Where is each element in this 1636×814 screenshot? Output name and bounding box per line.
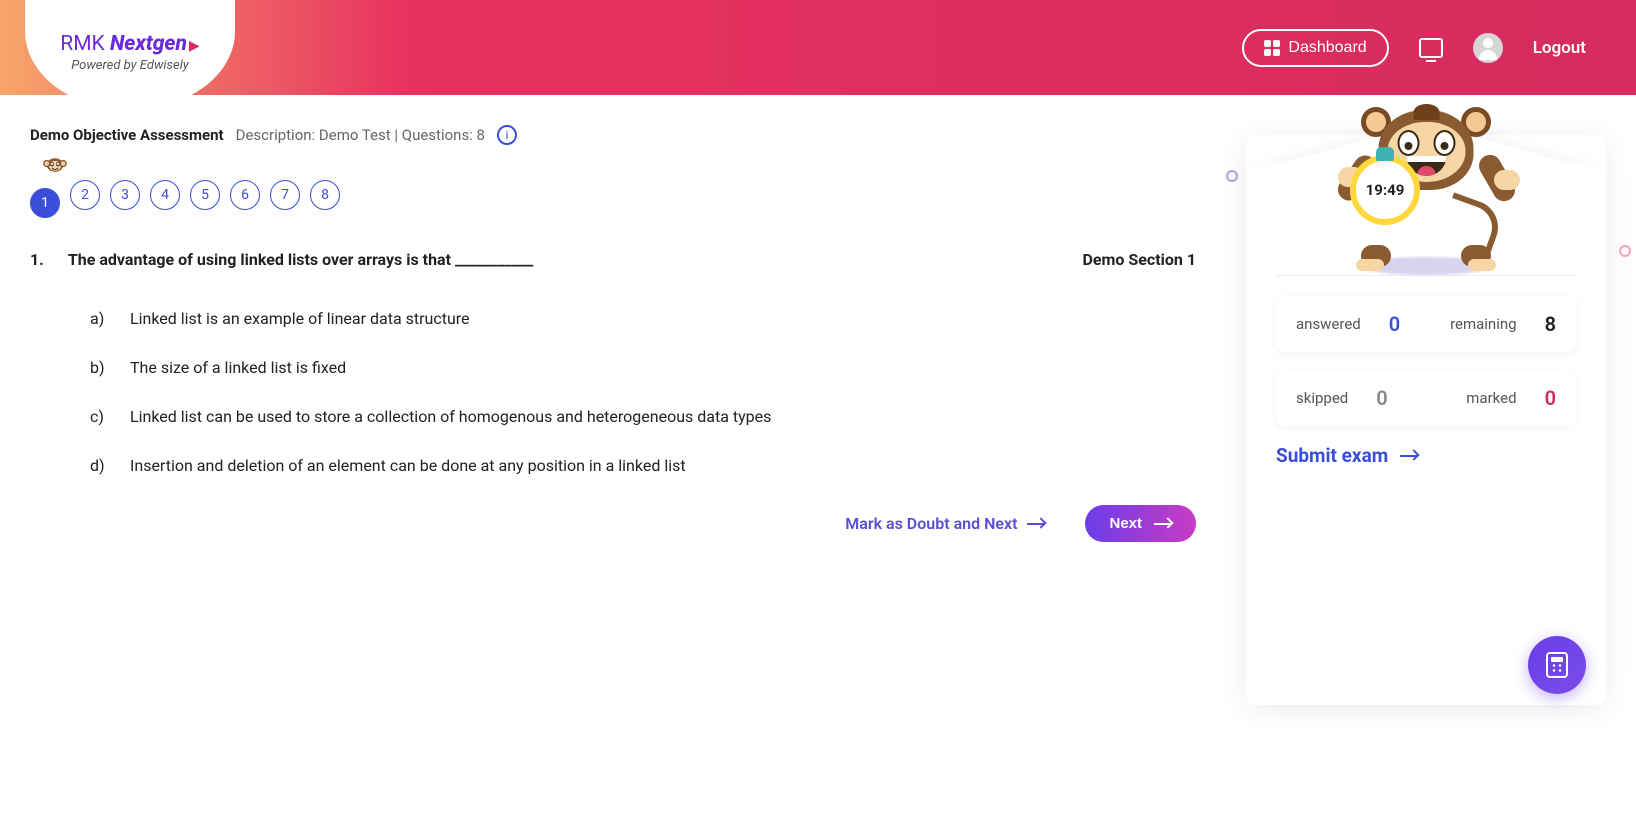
question-text: The advantage of using linked lists over… [68, 250, 1059, 269]
option-text: Linked list is an example of linear data… [130, 309, 470, 328]
skipped-label: skipped [1296, 389, 1348, 407]
logo-subtitle: Powered by Edwisely [71, 58, 188, 73]
question-nav-2[interactable]: 2 [70, 180, 100, 210]
info-icon[interactable]: i [497, 125, 517, 145]
assessment-title: Demo Objective Assessment [30, 126, 224, 144]
next-button[interactable]: Next [1085, 505, 1196, 542]
mark-doubt-button[interactable]: Mark as Doubt and Next [845, 514, 1045, 533]
arrow-right-icon [1027, 523, 1045, 525]
dashboard-button[interactable]: Dashboard [1242, 29, 1388, 67]
answered-value: 0 [1389, 312, 1400, 336]
option-letter: d) [90, 456, 108, 475]
assessment-description: Description: Demo Test | Questions: 8 [236, 126, 485, 144]
dashboard-label: Dashboard [1288, 39, 1366, 57]
question-nav: 1 2 3 4 5 6 7 8 [30, 180, 1206, 210]
question-nav-8[interactable]: 8 [310, 180, 340, 210]
decoration-circle [1619, 245, 1631, 257]
arrow-right-icon [1154, 523, 1172, 525]
calculator-icon [1546, 652, 1568, 678]
section-label: Demo Section 1 [1082, 250, 1206, 269]
mascot-timer-icon: 19:49 [1326, 95, 1526, 275]
option-a[interactable]: a) Linked list is an example of linear d… [90, 309, 1206, 328]
next-label: Next [1109, 515, 1142, 532]
stat-card-skipped-marked: skipped 0 marked 0 [1276, 370, 1576, 426]
grid-icon [1264, 40, 1280, 56]
option-b[interactable]: b) The size of a linked list is fixed [90, 358, 1206, 377]
assessment-header: Demo Objective Assessment Description: D… [30, 125, 1206, 145]
question-number: 1. [30, 250, 44, 269]
logo-prefix: RMK [60, 32, 110, 56]
option-d[interactable]: d) Insertion and deletion of an element … [90, 456, 1206, 475]
remaining-label: remaining [1450, 315, 1517, 333]
question-nav-1[interactable]: 1 [30, 188, 60, 218]
question-nav-5[interactable]: 5 [190, 180, 220, 210]
question-row: 1. The advantage of using linked lists o… [30, 250, 1206, 269]
option-text: The size of a linked list is fixed [130, 358, 346, 377]
submit-exam-button[interactable]: Submit exam [1276, 444, 1576, 467]
option-letter: b) [90, 358, 108, 377]
mascot-small-icon [40, 153, 70, 176]
answered-label: answered [1296, 315, 1361, 333]
calculator-fab[interactable] [1528, 636, 1586, 694]
logout-link[interactable]: Logout [1533, 38, 1586, 58]
logo-bold: Nextgen [110, 32, 187, 56]
decoration-circle [1226, 170, 1238, 182]
option-letter: c) [90, 407, 108, 426]
options-list: a) Linked list is an example of linear d… [90, 309, 1206, 475]
option-text: Insertion and deletion of an element can… [130, 456, 686, 475]
arrow-right-icon [1400, 455, 1418, 457]
question-nav-4[interactable]: 4 [150, 180, 180, 210]
marked-label: marked [1466, 389, 1516, 407]
option-letter: a) [90, 309, 108, 328]
marked-value: 0 [1545, 386, 1556, 410]
option-c[interactable]: c) Linked list can be used to store a co… [90, 407, 1206, 426]
question-nav-3[interactable]: 3 [110, 180, 140, 210]
question-nav-7[interactable]: 7 [270, 180, 300, 210]
monitor-icon[interactable] [1419, 38, 1443, 58]
status-panel: 19:49 answered 0 remaining 8 skipped 0 [1246, 135, 1606, 705]
question-area: Demo Objective Assessment Description: D… [30, 125, 1206, 814]
brand-logo[interactable]: RMK Nextgen▶ Powered by Edwisely [25, 0, 235, 110]
remaining-value: 8 [1545, 312, 1556, 336]
option-text: Linked list can be used to store a colle… [130, 407, 771, 426]
question-actions: Mark as Doubt and Next Next [30, 505, 1206, 542]
question-nav-6[interactable]: 6 [230, 180, 260, 210]
mark-doubt-label: Mark as Doubt and Next [845, 514, 1017, 533]
timer-value: 19:49 [1366, 181, 1405, 199]
logo-arrow-icon: ▶ [189, 38, 200, 54]
avatar[interactable] [1473, 33, 1503, 63]
divider [1276, 275, 1576, 276]
submit-label: Submit exam [1276, 444, 1388, 467]
logo-text: RMK Nextgen▶ [60, 32, 199, 56]
side-panel-container: 19:49 answered 0 remaining 8 skipped 0 [1246, 125, 1606, 814]
skipped-value: 0 [1376, 386, 1387, 410]
stat-card-answered-remaining: answered 0 remaining 8 [1276, 296, 1576, 352]
main-content: Demo Objective Assessment Description: D… [0, 95, 1636, 814]
app-header: RMK Nextgen▶ Powered by Edwisely Dashboa… [0, 0, 1636, 95]
